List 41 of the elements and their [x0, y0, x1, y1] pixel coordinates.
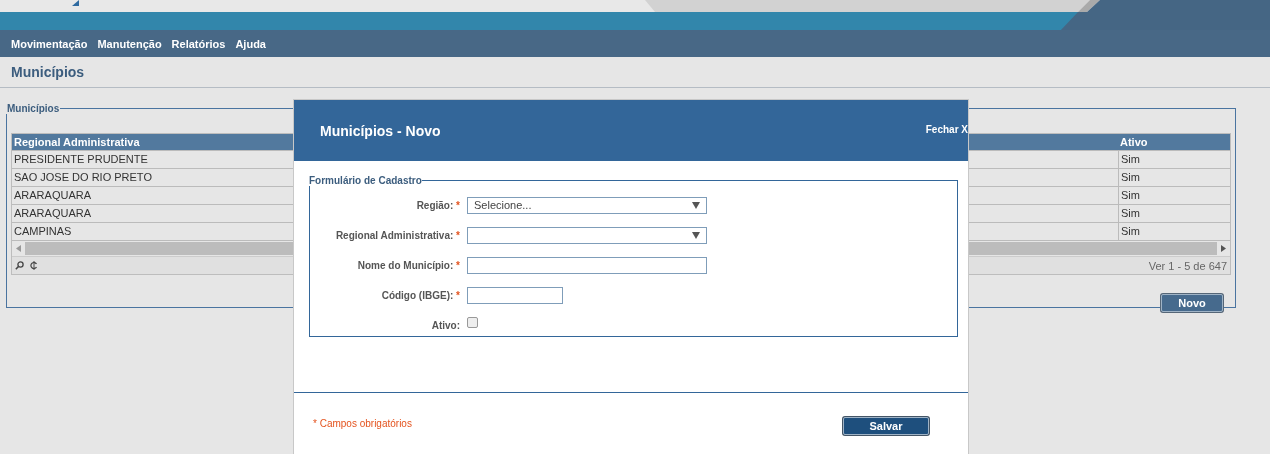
form-legend: Formulário de Cadastro [309, 175, 422, 186]
select-field[interactable] [467, 226, 707, 244]
table-cell: CAMPINAS [14, 225, 72, 237]
table-cell: Sim [1121, 153, 1140, 165]
input-field[interactable] [467, 256, 707, 274]
table-cell: PRESIDENTE PRUDENTE [14, 153, 148, 165]
field-label: Nome do Município: * [357, 259, 460, 271]
search-icon[interactable] [15, 261, 24, 270]
field-label: Regional Administrativa: * [335, 229, 460, 241]
table-cell: Sim [1121, 189, 1140, 201]
caret-icon [692, 201, 700, 209]
checkbox[interactable] [467, 316, 478, 328]
dialog-title: Municípios - Novo [320, 123, 441, 139]
select-field[interactable]: Selecione... [467, 196, 707, 214]
input-field[interactable] [467, 286, 563, 304]
field-label: Código (IBGE): * [381, 289, 460, 301]
column-header[interactable]: Regional Administrativa [14, 136, 140, 148]
record-count: Ver 1 - 5 de 647 [1148, 259, 1227, 272]
menu-item[interactable]: Movimentação [11, 37, 88, 50]
table-cell: Sim [1121, 171, 1140, 183]
table-cell: Sim [1121, 207, 1140, 219]
panel-legend: Municípios [6, 103, 61, 114]
save-button[interactable]: Salvar [843, 416, 929, 435]
field-label: Ativo: [431, 319, 460, 331]
required-note: * Campos obrigatórios [313, 417, 412, 429]
table-cell: Sim [1121, 225, 1140, 237]
scroll-left-icon[interactable] [16, 245, 21, 252]
caret-icon [692, 231, 700, 239]
field-label: Região: * [416, 199, 460, 211]
menu-item[interactable]: Relatórios [171, 37, 226, 50]
refresh-icon[interactable] [30, 261, 38, 270]
scroll-right-icon[interactable] [1221, 245, 1226, 252]
menu-item[interactable]: Manutenção [97, 37, 162, 50]
new-button[interactable]: Novo [1161, 294, 1223, 312]
table-cell: ARARAQUARA [14, 207, 92, 219]
page-title: Municípios [10, 63, 86, 80]
menu-item[interactable]: Ajuda [235, 37, 266, 50]
table-cell: ARARAQUARA [14, 189, 92, 201]
table-cell: SAO JOSE DO RIO PRETO [14, 171, 152, 183]
column-header[interactable]: Ativo [1120, 136, 1148, 148]
close-link[interactable]: Fechar X [925, 124, 968, 135]
